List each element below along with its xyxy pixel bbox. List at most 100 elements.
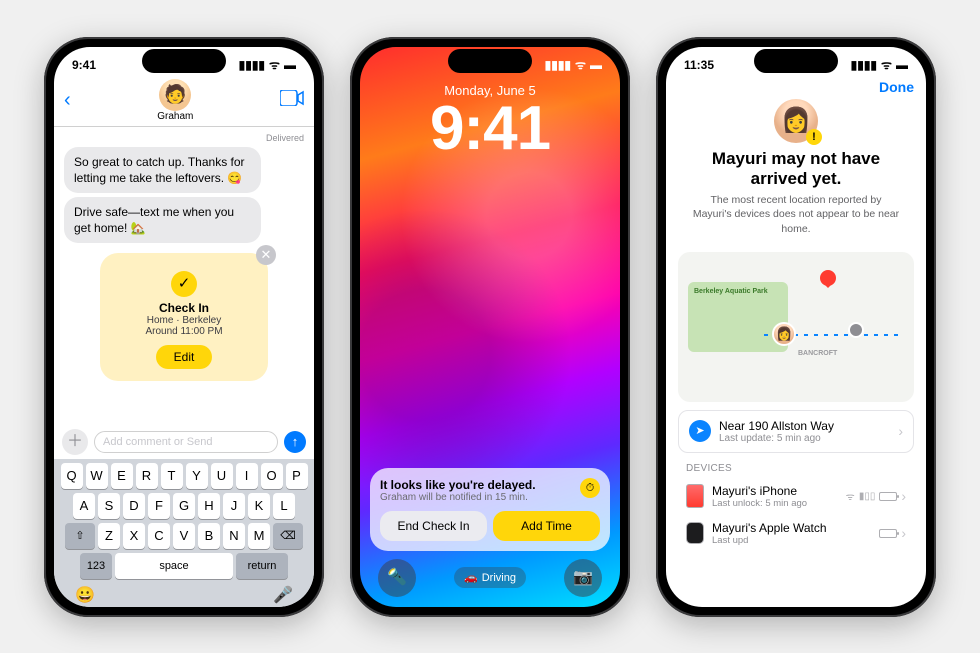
key[interactable]: M: [248, 523, 270, 549]
key[interactable]: Z: [98, 523, 120, 549]
battery-icon: ▬: [896, 58, 908, 72]
iphone-icon: [686, 484, 704, 508]
map-park-label: Berkeley Aquatic Park: [694, 288, 768, 295]
battery-icon: ▬: [284, 58, 296, 72]
signal-icon: ▮▮▮▮: [545, 58, 571, 72]
messages-header: ‹ 🧑 Graham: [54, 77, 314, 127]
key[interactable]: V: [173, 523, 195, 549]
add-time-button[interactable]: Add Time: [493, 511, 600, 541]
status-time: 9:41: [72, 58, 96, 72]
key[interactable]: O: [261, 463, 283, 489]
end-checkin-button[interactable]: End Check In: [380, 511, 487, 541]
key[interactable]: L: [273, 493, 295, 519]
dynamic-island: [448, 49, 532, 73]
key[interactable]: U: [211, 463, 233, 489]
send-button[interactable]: ↑: [284, 431, 306, 453]
key[interactable]: P: [286, 463, 308, 489]
checkin-card[interactable]: ✕ ✓ Check In Home · Berkeley Around 11:0…: [100, 253, 268, 381]
checkin-eta: Around 11:00 PM: [110, 326, 258, 337]
device-row[interactable]: Mayuri's iPhone Last unlock: 5 min ago ᯤ…: [666, 478, 926, 515]
key[interactable]: C: [148, 523, 170, 549]
location-map[interactable]: Berkeley Aquatic Park BANCROFT 👩: [678, 252, 914, 402]
chevron-right-icon: ›: [898, 423, 903, 439]
key[interactable]: R: [136, 463, 158, 489]
shift-key[interactable]: ⇧: [65, 523, 95, 549]
facetime-button[interactable]: [280, 90, 304, 111]
location-arrow-icon: ➤: [689, 420, 711, 442]
battery-icon: [879, 529, 897, 538]
delay-title: It looks like you're delayed.: [380, 478, 536, 492]
phone-messages: 9:41 ▮▮▮▮ ᯤ ▬ ‹ 🧑 Graham Delivered So gr…: [44, 37, 324, 617]
chevron-right-icon: ›: [901, 525, 906, 541]
checkin-badge-icon: ✓: [171, 271, 197, 297]
device-sub: Last upd: [712, 535, 871, 546]
keyboard[interactable]: QWERTYUIOP ASDFGHJKL ⇧ZXCVBNM⌫ 123spacer…: [54, 459, 314, 607]
location-sub: Last update: 5 min ago: [719, 433, 890, 444]
battery-icon: [879, 492, 897, 501]
key[interactable]: N: [223, 523, 245, 549]
numbers-key[interactable]: 123: [80, 553, 112, 579]
key[interactable]: G: [173, 493, 195, 519]
done-button[interactable]: Done: [879, 79, 914, 95]
location-row[interactable]: ➤ Near 190 Allston Way Last update: 5 mi…: [678, 410, 914, 453]
message-thread[interactable]: Delivered So great to catch up. Thanks f…: [54, 127, 314, 425]
dynamic-island: [754, 49, 838, 73]
device-row[interactable]: Mayuri's Apple Watch Last upd ›: [666, 515, 926, 552]
key[interactable]: K: [248, 493, 270, 519]
key[interactable]: D: [123, 493, 145, 519]
focus-label: Driving: [482, 572, 516, 584]
clock-icon: ⏱: [580, 478, 600, 498]
backspace-key[interactable]: ⌫: [273, 523, 303, 549]
close-icon[interactable]: ✕: [256, 245, 276, 265]
attach-button[interactable]: ＋: [62, 429, 88, 455]
dictation-button[interactable]: 🎤: [273, 585, 293, 605]
device-sub: Last unlock: 5 min ago: [712, 498, 838, 509]
key[interactable]: W: [86, 463, 108, 489]
delivered-label: Delivered: [64, 133, 304, 143]
battery-icon: ▬: [590, 58, 602, 72]
key[interactable]: T: [161, 463, 183, 489]
key[interactable]: Y: [186, 463, 208, 489]
back-button[interactable]: ‹: [64, 89, 71, 112]
car-icon: 🚗: [464, 571, 478, 584]
camera-button[interactable]: 📷: [564, 559, 602, 597]
focus-pill[interactable]: 🚗 Driving: [454, 567, 526, 588]
checkin-destination: Home · Berkeley: [110, 315, 258, 326]
person-avatar: 👩: [774, 99, 818, 143]
key[interactable]: F: [148, 493, 170, 519]
map-pin-device-icon[interactable]: [848, 322, 864, 338]
key[interactable]: Q: [61, 463, 83, 489]
key[interactable]: A: [73, 493, 95, 519]
signal-icon: ▮▮▮▮: [239, 58, 265, 72]
checkin-edit-button[interactable]: Edit: [156, 345, 213, 369]
message-bubble[interactable]: So great to catch up. Thanks for letting…: [64, 147, 261, 193]
map-pin-home-icon[interactable]: [820, 270, 836, 286]
return-key[interactable]: return: [236, 553, 288, 579]
key[interactable]: X: [123, 523, 145, 549]
wifi-icon: ᯤ: [269, 56, 280, 73]
contact-avatar[interactable]: 🧑: [159, 79, 191, 111]
contact-name[interactable]: Graham: [157, 111, 193, 122]
status-time: 11:35: [684, 58, 714, 72]
map-pin-person-icon[interactable]: 👩: [772, 322, 796, 346]
key[interactable]: E: [111, 463, 133, 489]
key[interactable]: H: [198, 493, 220, 519]
key[interactable]: I: [236, 463, 258, 489]
message-bubble[interactable]: Drive safe—text me when you get home! 🏡: [64, 197, 261, 243]
checkin-delay-notification[interactable]: It looks like you're delayed. Graham wil…: [370, 468, 610, 551]
wifi-icon: ᯤ: [881, 56, 892, 73]
location-title: Near 190 Allston Way: [719, 419, 890, 433]
signal-icon: ▮▯▯: [859, 491, 876, 502]
message-input[interactable]: Add comment or Send: [94, 431, 278, 453]
wifi-icon: ᯤ: [575, 56, 586, 73]
emoji-button[interactable]: 😀: [75, 585, 95, 605]
key[interactable]: B: [198, 523, 220, 549]
space-key[interactable]: space: [115, 553, 233, 579]
lock-time: 9:41: [360, 98, 620, 160]
key[interactable]: J: [223, 493, 245, 519]
device-title: Mayuri's iPhone: [712, 484, 838, 498]
compose-bar: ＋ Add comment or Send ↑: [54, 425, 314, 459]
dynamic-island: [142, 49, 226, 73]
key[interactable]: S: [98, 493, 120, 519]
flashlight-button[interactable]: 🔦: [378, 559, 416, 597]
